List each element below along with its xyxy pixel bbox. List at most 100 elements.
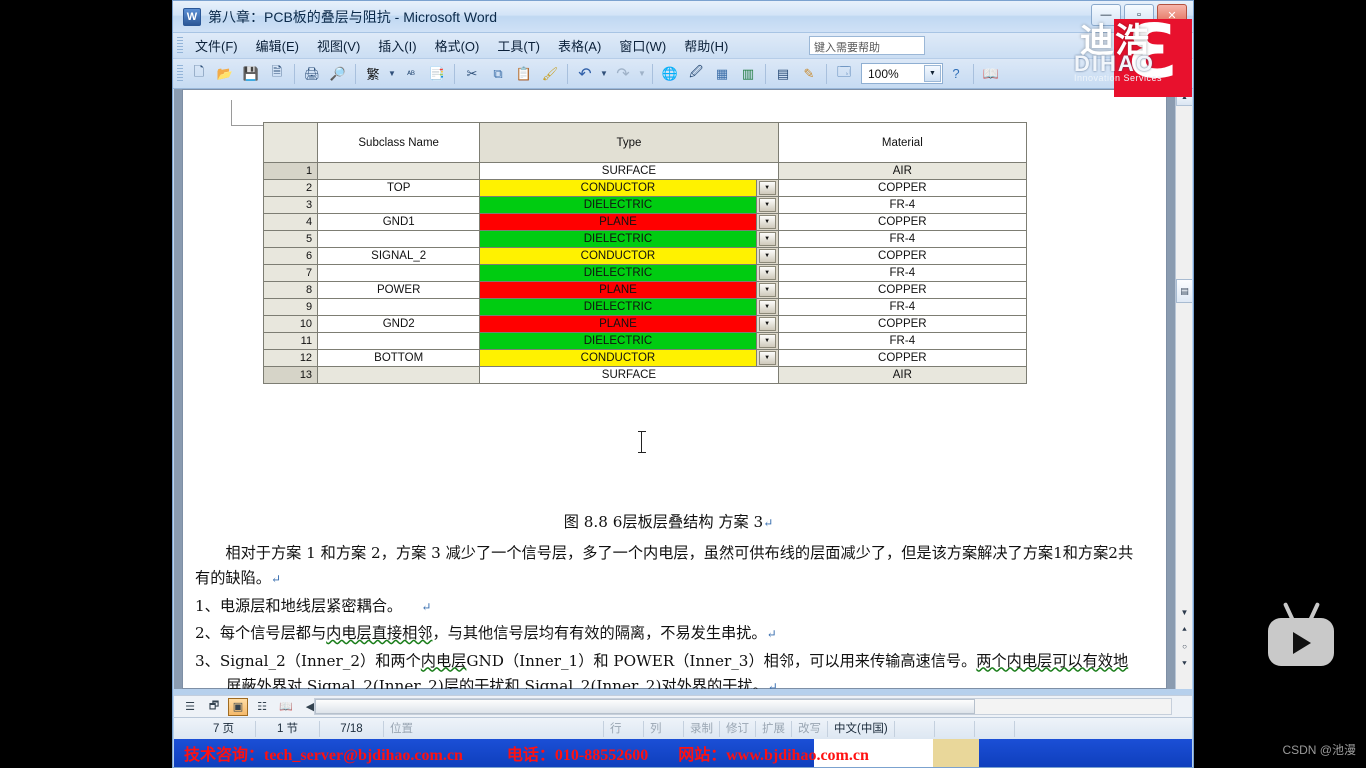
table-row[interactable]: 2 TOP CONDUCTOR ▼ COPPER [262, 179, 1028, 197]
status-extend[interactable]: 扩展 [756, 720, 792, 737]
cell-material[interactable]: FR-4 [777, 264, 1028, 282]
cell-type-dropdown[interactable]: ▼ [755, 213, 779, 231]
cell-type[interactable]: CONDUCTOR [479, 179, 757, 197]
cell-material[interactable]: COPPER [777, 213, 1028, 231]
chevron-down-icon[interactable]: ▼ [758, 181, 776, 195]
document-page[interactable]: Subclass Name Type Material 1 SURFACE AIR 2… [182, 89, 1167, 689]
cell-type-dropdown[interactable]: ▼ [755, 349, 779, 367]
chevron-down-icon[interactable]: ▼ [758, 266, 776, 280]
status-overwrite[interactable]: 改写 [792, 720, 828, 737]
select-browse-object-button[interactable]: ○ [1176, 638, 1192, 655]
cell-material[interactable]: FR-4 [777, 230, 1028, 248]
menu-item-edit[interactable]: 编辑(E) [247, 33, 308, 58]
columns-icon[interactable]: ▤ [771, 62, 795, 86]
undo-icon[interactable]: ↶ [573, 62, 597, 86]
previous-page-button[interactable]: ⯅ [1176, 621, 1192, 638]
table-row[interactable]: 4 GND1 PLANE ▼ COPPER [262, 213, 1028, 231]
cell-subclass-name[interactable]: BOTTOM [317, 349, 481, 367]
chevron-down-icon[interactable]: ▼ [758, 249, 776, 263]
menu-grip-handle[interactable] [177, 36, 183, 55]
tables-and-borders-icon[interactable]: 🖉 [684, 62, 708, 86]
chevron-down-icon[interactable]: ▼ [598, 62, 610, 86]
scroll-down-button[interactable]: ▼ [1176, 604, 1192, 621]
cell-subclass-name[interactable] [317, 264, 481, 282]
cell-type[interactable]: DIELECTRIC [479, 196, 757, 214]
menu-item-format[interactable]: 格式(O) [426, 33, 489, 58]
print-preview-icon[interactable]: 🔎 [326, 62, 350, 86]
new-document-icon[interactable]: 🗋 [187, 62, 211, 86]
table-row[interactable]: 8 POWER PLANE ▼ COPPER [262, 281, 1028, 299]
cell-type-dropdown[interactable]: ▼ [755, 281, 779, 299]
cell-type-dropdown[interactable]: ▼ [755, 247, 779, 265]
chevron-down-icon[interactable]: ▼ [758, 334, 776, 348]
copy-icon[interactable]: ⧉ [486, 62, 510, 86]
cell-subclass-name[interactable] [317, 230, 481, 248]
vertical-scrollbar[interactable]: ▲ ▤ ▼ ⯅ ○ ⯆ [1175, 89, 1192, 689]
menu-item-view[interactable]: 视图(V) [308, 33, 369, 58]
close-button[interactable]: ✕ [1157, 4, 1187, 26]
insert-excel-sheet-icon[interactable]: ▥ [736, 62, 760, 86]
drawing-icon[interactable]: ✎ [797, 62, 821, 86]
zoom-combobox[interactable]: 100% ▼ [861, 63, 943, 84]
cell-material[interactable]: COPPER [777, 247, 1028, 265]
minimize-button[interactable]: — [1091, 4, 1121, 26]
cell-type-dropdown[interactable]: ▼ [755, 179, 779, 197]
chevron-down-icon[interactable]: ▼ [758, 232, 776, 246]
chevron-down-icon[interactable]: ▼ [758, 351, 776, 365]
cell-subclass-name[interactable]: GND1 [317, 213, 481, 231]
scrollbar-thumb[interactable]: ▤ [1176, 279, 1192, 303]
table-row[interactable]: 3 DIELECTRIC ▼ FR-4 [262, 196, 1028, 214]
cell-material[interactable]: AIR [777, 162, 1028, 180]
web-layout-view-icon[interactable]: 🗗 [204, 698, 224, 716]
cell-type-dropdown[interactable]: ▼ [755, 315, 779, 333]
table-row[interactable]: 7 DIELECTRIC ▼ FR-4 [262, 264, 1028, 282]
cell-material[interactable]: COPPER [777, 315, 1028, 333]
menu-item-table[interactable]: 表格(A) [549, 33, 610, 58]
cell-type[interactable]: DIELECTRIC [479, 298, 757, 316]
cell-type[interactable]: PLANE [479, 281, 757, 299]
ask-a-question-input[interactable]: 键入需要帮助 [809, 36, 925, 55]
open-icon[interactable]: 📂 [213, 62, 237, 86]
normal-view-icon[interactable]: ☰ [180, 698, 200, 716]
cell-type[interactable]: DIELECTRIC [479, 264, 757, 282]
save-icon[interactable]: 💾 [239, 62, 263, 86]
cell-subclass-name[interactable] [317, 332, 481, 350]
table-row[interactable]: 5 DIELECTRIC ▼ FR-4 [262, 230, 1028, 248]
reading-layout-view-icon[interactable]: 📖 [276, 698, 296, 716]
horizontal-scrollbar-thumb[interactable] [315, 699, 975, 714]
cell-type[interactable]: PLANE [479, 315, 757, 333]
table-row[interactable]: 11 DIELECTRIC ▼ FR-4 [262, 332, 1028, 350]
table-row[interactable]: 1 SURFACE AIR [262, 162, 1028, 180]
cell-material[interactable]: FR-4 [777, 332, 1028, 350]
cell-type[interactable]: CONDUCTOR [479, 349, 757, 367]
table-row[interactable]: 12 BOTTOM CONDUCTOR ▼ COPPER [262, 349, 1028, 367]
cell-material[interactable]: AIR [777, 366, 1028, 384]
status-language[interactable]: 中文(中国) [828, 720, 895, 737]
cell-subclass-name[interactable] [317, 196, 481, 214]
help-question-icon[interactable]: ? [944, 62, 968, 86]
cell-material[interactable]: COPPER [777, 349, 1028, 367]
outline-view-icon[interactable]: ☷ [252, 698, 272, 716]
cell-type-dropdown[interactable]: ▼ [755, 196, 779, 214]
cell-type-dropdown[interactable]: ▼ [755, 264, 779, 282]
cell-type[interactable]: SURFACE [479, 366, 779, 384]
cell-subclass-name[interactable] [317, 298, 481, 316]
cut-icon[interactable]: ✂ [460, 62, 484, 86]
cell-material[interactable]: FR-4 [777, 298, 1028, 316]
format-painter-icon[interactable]: 🖌 [538, 62, 562, 86]
document-map-icon[interactable]: 🗔 [832, 62, 856, 86]
chevron-down-icon[interactable]: ▼ [758, 283, 776, 297]
cell-subclass-name[interactable]: POWER [317, 281, 481, 299]
status-record[interactable]: 录制 [684, 720, 720, 737]
chevron-down-icon[interactable]: ▼ [758, 300, 776, 314]
traditional-chinese-icon[interactable]: 繁 [361, 62, 385, 86]
reading-layout-icon[interactable]: 📖 [979, 62, 1003, 86]
chevron-down-icon[interactable]: ▼ [386, 62, 398, 86]
toolbar-grip-handle[interactable] [177, 64, 183, 83]
chevron-down-icon[interactable]: ▼ [636, 62, 648, 86]
cell-subclass-name[interactable] [317, 162, 481, 180]
cell-subclass-name[interactable]: SIGNAL_2 [317, 247, 481, 265]
cell-type-dropdown[interactable]: ▼ [755, 298, 779, 316]
print-icon[interactable]: 🖨 [300, 62, 324, 86]
cell-type[interactable]: SURFACE [479, 162, 779, 180]
